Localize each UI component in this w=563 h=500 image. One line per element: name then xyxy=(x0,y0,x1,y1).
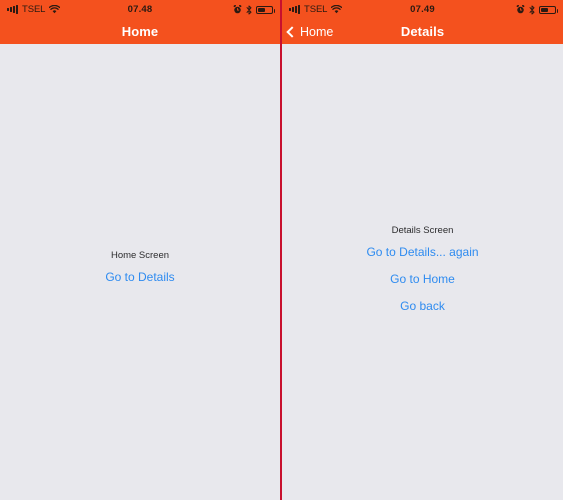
page-title: Home xyxy=(121,24,159,39)
dual-screen-comparison: TSEL 07.48 Home Home Screen Go to Detail… xyxy=(0,0,563,500)
alarm-clock-icon xyxy=(516,5,525,14)
navigation-bar: Home xyxy=(0,19,280,44)
chevron-left-icon xyxy=(286,25,298,38)
status-bar: TSEL 07.48 xyxy=(0,0,280,19)
battery-icon xyxy=(539,5,558,14)
screen-name-label: Details Screen xyxy=(391,225,454,236)
bluetooth-icon xyxy=(529,5,535,15)
bluetooth-icon xyxy=(246,5,252,15)
status-bar-left: TSEL xyxy=(7,4,61,15)
alarm-clock-icon xyxy=(233,5,242,14)
carrier-label: TSEL xyxy=(22,4,46,15)
back-button-label: Home xyxy=(300,24,334,39)
navigation-bar: Home Details xyxy=(282,19,563,44)
screen-details: TSEL 07.49 Home Details Details Screen G… xyxy=(282,0,563,500)
screen-home: TSEL 07.48 Home Home Screen Go to Detail… xyxy=(0,0,280,500)
carrier-label: TSEL xyxy=(304,4,328,15)
clock-label: 07.49 xyxy=(410,4,435,15)
screen-content: Details Screen Go to Details... again Go… xyxy=(282,44,563,500)
wifi-icon xyxy=(49,5,61,14)
go-to-details-again-link[interactable]: Go to Details... again xyxy=(366,245,478,259)
back-button[interactable]: Home xyxy=(282,25,333,39)
signal-bars-icon xyxy=(7,5,18,14)
status-bar-right xyxy=(233,5,275,15)
go-back-link[interactable]: Go back xyxy=(400,299,445,313)
status-bar: TSEL 07.49 xyxy=(282,0,563,19)
status-bar-left: TSEL xyxy=(289,4,343,15)
status-bar-right xyxy=(516,5,558,15)
screen-content: Home Screen Go to Details xyxy=(0,44,280,500)
wifi-icon xyxy=(331,5,343,14)
battery-icon xyxy=(256,5,275,14)
clock-label: 07.48 xyxy=(127,4,153,15)
signal-bars-icon xyxy=(289,5,300,14)
screen-name-label: Home Screen xyxy=(110,250,170,261)
go-to-details-link[interactable]: Go to Details xyxy=(105,270,174,284)
go-to-home-link[interactable]: Go to Home xyxy=(390,272,455,286)
